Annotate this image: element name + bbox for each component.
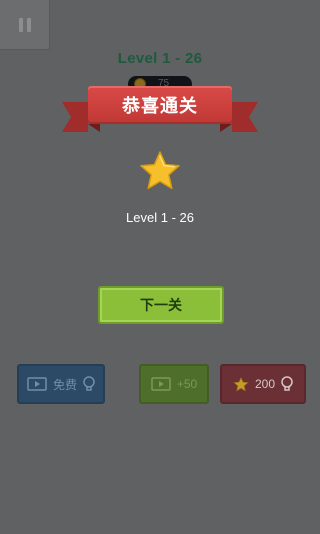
star-cost-label: 200 — [254, 377, 276, 391]
star-hint-button[interactable]: 200 — [220, 364, 306, 404]
free-hint-button[interactable]: 免费 — [17, 364, 105, 404]
congrats-banner: 恭喜通关 — [62, 84, 258, 142]
pause-icon — [18, 17, 23, 32]
pause-button[interactable] — [0, 0, 50, 50]
video-icon — [151, 377, 171, 391]
lightbulb-icon — [83, 376, 95, 391]
level-result-text: Level 1 - 26 — [126, 210, 194, 225]
watch-ad-label: +50 — [176, 377, 198, 391]
watch-ad-button[interactable]: +50 — [139, 364, 209, 404]
lightbulb-icon — [281, 376, 293, 391]
next-level-button[interactable]: 下一关 — [98, 286, 224, 324]
video-icon — [27, 377, 47, 391]
banner-title: 恭喜通关 — [88, 86, 232, 124]
free-hint-label: 免费 — [52, 377, 77, 392]
level-title: Level 1 - 26 — [117, 50, 203, 67]
star-icon — [233, 376, 249, 391]
star-icon — [140, 151, 180, 190]
